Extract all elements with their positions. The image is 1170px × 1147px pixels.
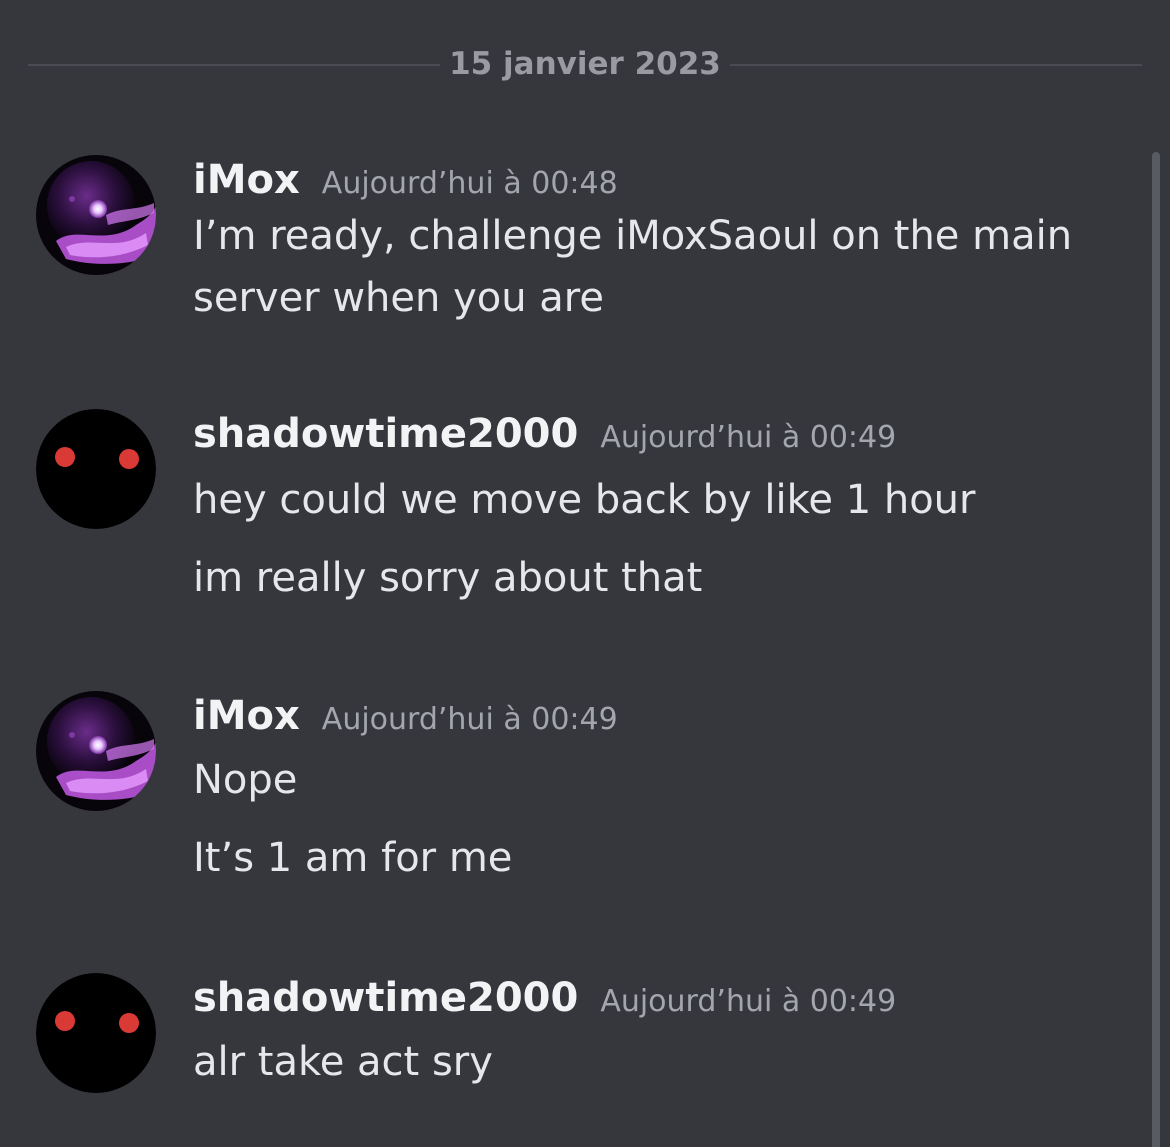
scrollbar[interactable] <box>1152 152 1160 1147</box>
avatar-imox[interactable] <box>36 155 156 275</box>
message-body: shadowtime2000 Aujourd’hui à 00:49 hey co… <box>193 409 1133 609</box>
timestamp[interactable]: Aujourd’hui à 00:49 <box>600 984 896 1019</box>
date-divider-label: 15 janvier 2023 <box>449 46 721 82</box>
message-header: iMox Aujourd’hui à 00:49 <box>193 691 1133 741</box>
message-header: shadowtime2000 Aujourd’hui à 00:49 <box>193 409 1133 459</box>
message-text: I’m ready, challenge iMoxSaoul on the ma… <box>193 213 1073 259</box>
username[interactable]: iMox <box>193 693 300 739</box>
username[interactable]: shadowtime2000 <box>193 411 578 457</box>
avatar-imox[interactable] <box>36 691 156 811</box>
message-text: hey could we move back by like 1 hour <box>193 477 976 523</box>
date-divider: 15 janvier 2023 <box>28 44 1142 84</box>
avatar-shadowtime2000[interactable] <box>36 973 156 1093</box>
avatar-shadowtime2000[interactable] <box>36 409 156 529</box>
red-eyes-avatar-icon <box>36 973 156 1093</box>
timestamp[interactable]: Aujourd’hui à 00:49 <box>322 702 618 737</box>
message-body: shadowtime2000 Aujourd’hui à 00:49 alr ta… <box>193 973 1133 1093</box>
red-eyes-avatar-icon <box>36 409 156 529</box>
galaxy-orb-avatar-icon <box>36 691 156 811</box>
username[interactable]: iMox <box>193 157 300 203</box>
message-body: iMox Aujourd’hui à 00:48 I’m ready, chall… <box>193 155 1133 329</box>
divider-line-right <box>730 64 1142 66</box>
chat-view: 15 janvier 2023 iMox Aujourd’hui à 00:48… <box>0 0 1170 1147</box>
username[interactable]: shadowtime2000 <box>193 975 578 1021</box>
scrollbar-thumb[interactable] <box>1152 152 1160 1147</box>
message-text: alr take act sry <box>193 1039 493 1085</box>
timestamp[interactable]: Aujourd’hui à 00:49 <box>600 420 896 455</box>
message-header: iMox Aujourd’hui à 00:48 <box>193 155 1133 205</box>
message-text: Nope <box>193 757 298 803</box>
timestamp[interactable]: Aujourd’hui à 00:48 <box>322 166 618 201</box>
message-text: im really sorry about that <box>193 555 703 601</box>
message-text: server when you are <box>193 275 604 321</box>
message-text: It’s 1 am for me <box>193 835 513 881</box>
galaxy-orb-avatar-icon <box>36 155 156 275</box>
message-header: shadowtime2000 Aujourd’hui à 00:49 <box>193 973 1133 1023</box>
divider-line-left <box>28 64 440 66</box>
message-body: iMox Aujourd’hui à 00:49 Nope It’s 1 am f… <box>193 691 1133 889</box>
